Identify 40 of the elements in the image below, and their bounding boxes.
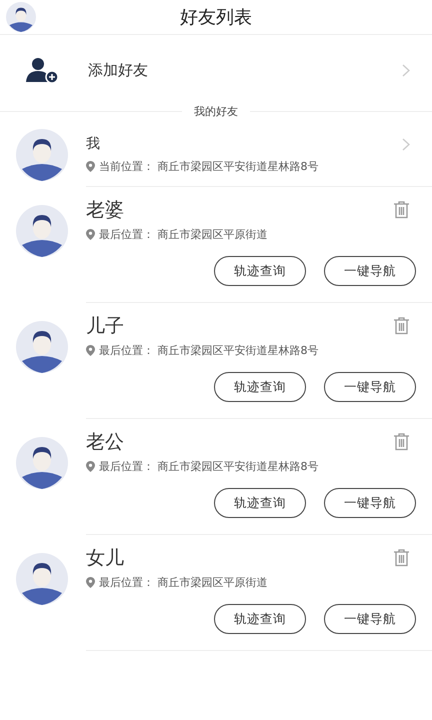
trash-icon[interactable] — [393, 201, 410, 219]
friend-name: 老婆 — [86, 198, 125, 223]
friend-name: 我 — [86, 135, 101, 153]
location-pin-icon — [86, 345, 95, 356]
friend-name: 老公 — [86, 430, 125, 455]
navigate-button[interactable]: 一键导航 — [324, 256, 416, 286]
location-pin-icon — [86, 229, 95, 240]
avatar-icon — [6, 2, 36, 32]
location-text: 最后位置： 商丘市梁园区平原街道 — [99, 227, 268, 242]
navigate-button[interactable]: 一键导航 — [324, 372, 416, 402]
chevron-right-icon — [402, 64, 410, 76]
add-friend-row[interactable]: 添加好友 — [0, 35, 432, 105]
track-query-button[interactable]: 轨迹查询 — [214, 488, 306, 518]
avatar-icon — [16, 553, 68, 605]
track-query-button[interactable]: 轨迹查询 — [214, 372, 306, 402]
trash-icon[interactable] — [393, 549, 410, 567]
add-user-icon — [26, 57, 60, 83]
navigate-button[interactable]: 一键导航 — [324, 488, 416, 518]
avatar-icon — [16, 321, 68, 373]
navigate-button[interactable]: 一键导航 — [324, 604, 416, 634]
location-pin-icon — [86, 461, 95, 472]
location-text: 最后位置： 商丘市梁园区平原街道 — [99, 575, 268, 590]
chevron-right-icon — [402, 138, 410, 150]
location-text: 当前位置： 商丘市梁园区平安街道星林路8号 — [99, 159, 318, 174]
add-friend-label: 添加好友 — [88, 60, 149, 80]
location-text: 最后位置： 商丘市梁园区平安街道星林路8号 — [99, 459, 318, 474]
page-title: 好友列表 — [179, 6, 253, 29]
location-pin-icon — [86, 577, 95, 588]
section-title: 我的好友 — [194, 104, 238, 118]
avatar-icon — [16, 205, 68, 257]
location-pin-icon — [86, 161, 95, 172]
track-query-button[interactable]: 轨迹查询 — [214, 256, 306, 286]
location-text: 最后位置： 商丘市梁园区平安街道星林路8号 — [99, 343, 318, 358]
avatar-icon — [16, 437, 68, 489]
avatar-icon — [16, 129, 68, 181]
friend-name: 儿子 — [86, 314, 125, 339]
trash-icon[interactable] — [393, 317, 410, 335]
friend-name: 女儿 — [86, 546, 125, 571]
trash-icon[interactable] — [393, 433, 410, 451]
track-query-button[interactable]: 轨迹查询 — [214, 604, 306, 634]
